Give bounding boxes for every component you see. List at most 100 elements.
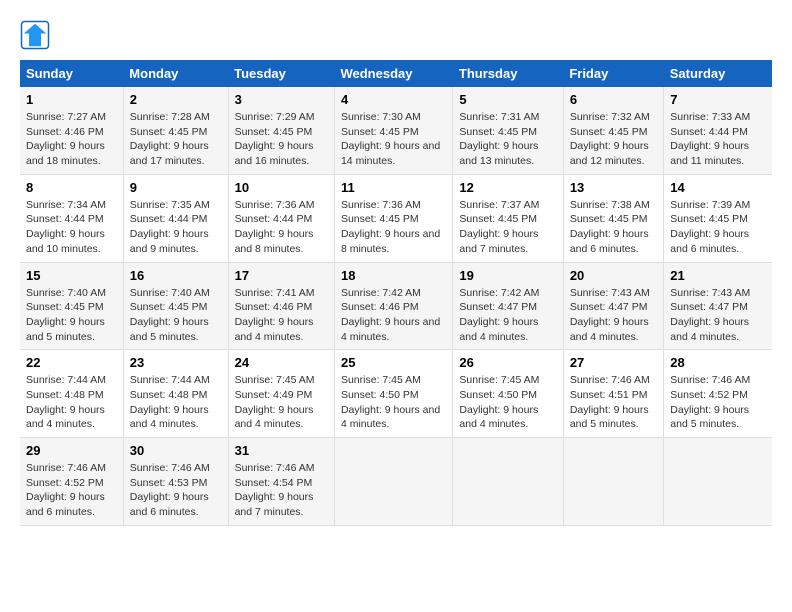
calendar-cell: 29 Sunrise: 7:46 AMSunset: 4:52 PMDaylig… (20, 438, 123, 526)
day-number: 18 (341, 268, 446, 283)
header-day-monday: Monday (123, 60, 228, 87)
calendar-cell: 31 Sunrise: 7:46 AMSunset: 4:54 PMDaylig… (228, 438, 334, 526)
calendar-cell: 4 Sunrise: 7:30 AMSunset: 4:45 PMDayligh… (334, 87, 452, 174)
day-info: Sunrise: 7:39 AMSunset: 4:45 PMDaylight:… (670, 199, 750, 255)
calendar-cell: 6 Sunrise: 7:32 AMSunset: 4:45 PMDayligh… (563, 87, 663, 174)
calendar-cell (563, 438, 663, 526)
day-info: Sunrise: 7:46 AMSunset: 4:54 PMDaylight:… (235, 462, 315, 518)
day-info: Sunrise: 7:46 AMSunset: 4:52 PMDaylight:… (26, 462, 106, 518)
day-number: 21 (670, 268, 766, 283)
day-info: Sunrise: 7:36 AMSunset: 4:44 PMDaylight:… (235, 199, 315, 255)
day-number: 10 (235, 180, 328, 195)
day-info: Sunrise: 7:29 AMSunset: 4:45 PMDaylight:… (235, 111, 315, 167)
day-info: Sunrise: 7:28 AMSunset: 4:45 PMDaylight:… (130, 111, 210, 167)
day-number: 4 (341, 92, 446, 107)
day-info: Sunrise: 7:30 AMSunset: 4:45 PMDaylight:… (341, 111, 440, 167)
day-info: Sunrise: 7:31 AMSunset: 4:45 PMDaylight:… (459, 111, 539, 167)
day-number: 11 (341, 180, 446, 195)
day-number: 1 (26, 92, 117, 107)
calendar-cell: 7 Sunrise: 7:33 AMSunset: 4:44 PMDayligh… (664, 87, 772, 174)
day-number: 22 (26, 355, 117, 370)
calendar-cell (334, 438, 452, 526)
day-info: Sunrise: 7:40 AMSunset: 4:45 PMDaylight:… (26, 287, 106, 343)
day-info: Sunrise: 7:34 AMSunset: 4:44 PMDaylight:… (26, 199, 106, 255)
calendar-table: SundayMondayTuesdayWednesdayThursdayFrid… (20, 60, 772, 526)
calendar-cell: 25 Sunrise: 7:45 AMSunset: 4:50 PMDaylig… (334, 350, 452, 438)
calendar-cell: 14 Sunrise: 7:39 AMSunset: 4:45 PMDaylig… (664, 174, 772, 262)
calendar-cell: 11 Sunrise: 7:36 AMSunset: 4:45 PMDaylig… (334, 174, 452, 262)
calendar-cell: 17 Sunrise: 7:41 AMSunset: 4:46 PMDaylig… (228, 262, 334, 350)
calendar-cell: 28 Sunrise: 7:46 AMSunset: 4:52 PMDaylig… (664, 350, 772, 438)
calendar-cell: 5 Sunrise: 7:31 AMSunset: 4:45 PMDayligh… (453, 87, 563, 174)
header-day-friday: Friday (563, 60, 663, 87)
page-header (20, 20, 772, 50)
calendar-cell (453, 438, 563, 526)
calendar-cell: 18 Sunrise: 7:42 AMSunset: 4:46 PMDaylig… (334, 262, 452, 350)
calendar-cell: 23 Sunrise: 7:44 AMSunset: 4:48 PMDaylig… (123, 350, 228, 438)
calendar-week-row: 29 Sunrise: 7:46 AMSunset: 4:52 PMDaylig… (20, 438, 772, 526)
day-info: Sunrise: 7:37 AMSunset: 4:45 PMDaylight:… (459, 199, 539, 255)
calendar-week-row: 8 Sunrise: 7:34 AMSunset: 4:44 PMDayligh… (20, 174, 772, 262)
calendar-cell: 12 Sunrise: 7:37 AMSunset: 4:45 PMDaylig… (453, 174, 563, 262)
day-info: Sunrise: 7:32 AMSunset: 4:45 PMDaylight:… (570, 111, 650, 167)
day-info: Sunrise: 7:44 AMSunset: 4:48 PMDaylight:… (130, 374, 210, 430)
day-number: 3 (235, 92, 328, 107)
day-number: 28 (670, 355, 766, 370)
calendar-cell: 19 Sunrise: 7:42 AMSunset: 4:47 PMDaylig… (453, 262, 563, 350)
day-info: Sunrise: 7:42 AMSunset: 4:47 PMDaylight:… (459, 287, 539, 343)
day-number: 29 (26, 443, 117, 458)
calendar-cell: 30 Sunrise: 7:46 AMSunset: 4:53 PMDaylig… (123, 438, 228, 526)
day-number: 26 (459, 355, 556, 370)
calendar-cell: 13 Sunrise: 7:38 AMSunset: 4:45 PMDaylig… (563, 174, 663, 262)
day-number: 2 (130, 92, 222, 107)
day-number: 30 (130, 443, 222, 458)
calendar-cell (664, 438, 772, 526)
calendar-cell: 3 Sunrise: 7:29 AMSunset: 4:45 PMDayligh… (228, 87, 334, 174)
calendar-cell: 26 Sunrise: 7:45 AMSunset: 4:50 PMDaylig… (453, 350, 563, 438)
day-info: Sunrise: 7:46 AMSunset: 4:52 PMDaylight:… (670, 374, 750, 430)
calendar-cell: 9 Sunrise: 7:35 AMSunset: 4:44 PMDayligh… (123, 174, 228, 262)
day-number: 14 (670, 180, 766, 195)
day-info: Sunrise: 7:42 AMSunset: 4:46 PMDaylight:… (341, 287, 440, 343)
day-info: Sunrise: 7:36 AMSunset: 4:45 PMDaylight:… (341, 199, 440, 255)
day-info: Sunrise: 7:33 AMSunset: 4:44 PMDaylight:… (670, 111, 750, 167)
day-number: 20 (570, 268, 657, 283)
calendar-cell: 10 Sunrise: 7:36 AMSunset: 4:44 PMDaylig… (228, 174, 334, 262)
day-number: 12 (459, 180, 556, 195)
header-day-sunday: Sunday (20, 60, 123, 87)
calendar-week-row: 22 Sunrise: 7:44 AMSunset: 4:48 PMDaylig… (20, 350, 772, 438)
day-number: 13 (570, 180, 657, 195)
header-day-tuesday: Tuesday (228, 60, 334, 87)
calendar-cell: 20 Sunrise: 7:43 AMSunset: 4:47 PMDaylig… (563, 262, 663, 350)
day-info: Sunrise: 7:45 AMSunset: 4:50 PMDaylight:… (341, 374, 440, 430)
header-day-wednesday: Wednesday (334, 60, 452, 87)
day-info: Sunrise: 7:38 AMSunset: 4:45 PMDaylight:… (570, 199, 650, 255)
day-number: 7 (670, 92, 766, 107)
day-number: 5 (459, 92, 556, 107)
day-number: 16 (130, 268, 222, 283)
header-day-saturday: Saturday (664, 60, 772, 87)
calendar-cell: 1 Sunrise: 7:27 AMSunset: 4:46 PMDayligh… (20, 87, 123, 174)
header-day-thursday: Thursday (453, 60, 563, 87)
day-number: 6 (570, 92, 657, 107)
day-number: 8 (26, 180, 117, 195)
calendar-cell: 24 Sunrise: 7:45 AMSunset: 4:49 PMDaylig… (228, 350, 334, 438)
calendar-week-row: 1 Sunrise: 7:27 AMSunset: 4:46 PMDayligh… (20, 87, 772, 174)
day-info: Sunrise: 7:45 AMSunset: 4:50 PMDaylight:… (459, 374, 539, 430)
day-number: 27 (570, 355, 657, 370)
day-info: Sunrise: 7:46 AMSunset: 4:51 PMDaylight:… (570, 374, 650, 430)
day-info: Sunrise: 7:41 AMSunset: 4:46 PMDaylight:… (235, 287, 315, 343)
day-info: Sunrise: 7:27 AMSunset: 4:46 PMDaylight:… (26, 111, 106, 167)
day-number: 25 (341, 355, 446, 370)
day-number: 15 (26, 268, 117, 283)
calendar-week-row: 15 Sunrise: 7:40 AMSunset: 4:45 PMDaylig… (20, 262, 772, 350)
calendar-cell: 21 Sunrise: 7:43 AMSunset: 4:47 PMDaylig… (664, 262, 772, 350)
day-number: 24 (235, 355, 328, 370)
calendar-cell: 2 Sunrise: 7:28 AMSunset: 4:45 PMDayligh… (123, 87, 228, 174)
day-info: Sunrise: 7:43 AMSunset: 4:47 PMDaylight:… (670, 287, 750, 343)
day-number: 31 (235, 443, 328, 458)
calendar-cell: 22 Sunrise: 7:44 AMSunset: 4:48 PMDaylig… (20, 350, 123, 438)
calendar-cell: 8 Sunrise: 7:34 AMSunset: 4:44 PMDayligh… (20, 174, 123, 262)
day-info: Sunrise: 7:44 AMSunset: 4:48 PMDaylight:… (26, 374, 106, 430)
calendar-cell: 16 Sunrise: 7:40 AMSunset: 4:45 PMDaylig… (123, 262, 228, 350)
